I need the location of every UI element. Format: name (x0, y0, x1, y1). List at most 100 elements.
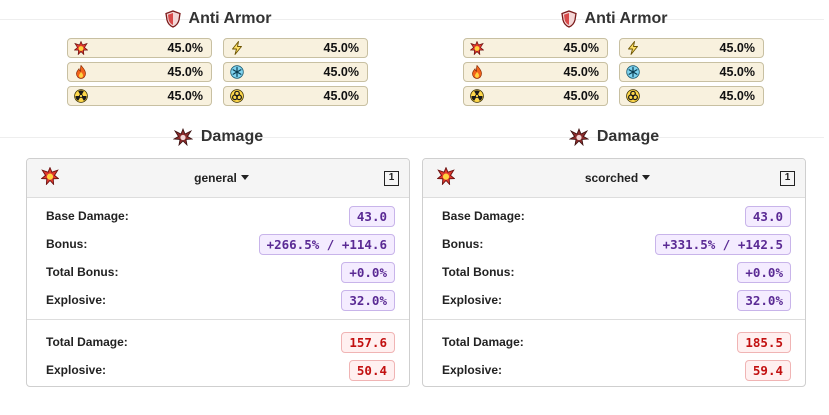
damage-row: Explosive: 32.0% (423, 286, 805, 314)
chevron-down-icon (642, 174, 651, 180)
armor-cell: 45.0% (463, 86, 608, 106)
armor-value: 45.0% (323, 65, 359, 79)
panel-right: Anti Armor 45.0% 45.0% 45.0% 45.0% 45.0%… (396, 0, 824, 387)
row-label: Explosive: (46, 293, 107, 307)
radiation-icon (470, 89, 484, 103)
total-label: Explosive: (442, 363, 503, 377)
shield-icon (164, 10, 181, 28)
total-value: 185.5 (737, 331, 791, 353)
explosion-big-icon (40, 166, 60, 190)
damage-icon (568, 128, 589, 146)
armor-value: 45.0% (323, 41, 359, 55)
row-value: +0.0% (341, 261, 395, 283)
row-value: 32.0% (737, 289, 791, 311)
row-value: 43.0 (348, 205, 395, 227)
armor-value: 45.0% (563, 89, 599, 103)
damage-type-dropdown[interactable]: general (194, 171, 249, 185)
anti-armor-title: Anti Armor (188, 10, 272, 27)
total-value: 157.6 (341, 331, 395, 353)
explosion-icon (470, 41, 484, 55)
radiation-icon (74, 89, 88, 103)
damage-row: Total Bonus: +0.0% (423, 258, 805, 286)
damage-card: scorched 1 Base Damage: 43.0 Bonus: +331.5% /… (422, 158, 806, 387)
row-value: +266.5% / +114.6 (258, 233, 395, 255)
count-badge[interactable]: 1 (384, 170, 399, 186)
armor-value: 45.0% (167, 65, 203, 79)
dropdown-value: general (194, 171, 237, 185)
armor-cell: 45.0% (67, 38, 212, 58)
armor-cell: 45.0% (223, 86, 368, 106)
armor-cell: 45.0% (223, 38, 368, 58)
damage-heading: Damage (0, 126, 428, 148)
armor-cell: 45.0% (67, 62, 212, 82)
total-label: Explosive: (46, 363, 107, 377)
total-label: Total Damage: (46, 335, 128, 349)
armor-value: 45.0% (719, 41, 755, 55)
armor-value: 45.0% (323, 89, 359, 103)
frost-icon (626, 65, 640, 79)
armor-value: 45.0% (167, 89, 203, 103)
armor-cell: 45.0% (619, 62, 764, 82)
count-badge[interactable]: 1 (779, 170, 795, 186)
damage-title: Damage (596, 128, 660, 145)
damage-rows: Base Damage: 43.0 Bonus: +266.5% / +114.6 To… (27, 198, 409, 316)
damage-card-header: general 1 (27, 159, 409, 198)
total-value: 59.4 (744, 359, 791, 381)
row-label: Bonus: (442, 237, 484, 251)
frost-icon (230, 65, 244, 79)
anti-armor-grid: 45.0% 45.0% 45.0% 45.0% 45.0% 45.0% (67, 38, 369, 106)
panel-left: Anti Armor 45.0% 45.0% 45.0% 45.0% 45.0%… (0, 0, 428, 387)
chevron-down-icon (240, 174, 249, 180)
damage-totals: Total Damage: 185.5 Explosive: 59.4 (423, 320, 805, 386)
anti-armor-heading: Anti Armor (396, 8, 824, 30)
total-row: Explosive: 59.4 (423, 356, 805, 384)
row-value: 43.0 (744, 205, 791, 227)
lightning-icon (230, 41, 244, 55)
damage-rows: Base Damage: 43.0 Bonus: +331.5% / +142.5 To… (423, 198, 805, 316)
anti-armor-title: Anti Armor (584, 10, 668, 27)
damage-row: Base Damage: 43.0 (423, 202, 805, 230)
armor-cell: 45.0% (223, 62, 368, 82)
shield-icon (560, 10, 577, 28)
armor-cell: 45.0% (463, 62, 608, 82)
row-label: Base Damage: (46, 209, 129, 223)
armor-value: 45.0% (563, 41, 599, 55)
biohazard-icon (626, 89, 640, 103)
lightning-icon (626, 41, 640, 55)
armor-cell: 45.0% (67, 86, 212, 106)
damage-row: Total Bonus: +0.0% (27, 258, 409, 286)
total-row: Total Damage: 185.5 (423, 328, 805, 356)
row-value: +0.0% (737, 261, 791, 283)
row-label: Total Bonus: (46, 265, 119, 279)
row-label: Base Damage: (442, 209, 525, 223)
anti-armor-grid: 45.0% 45.0% 45.0% 45.0% 45.0% 45.0% (463, 38, 765, 106)
total-row: Total Damage: 157.6 (27, 328, 409, 356)
damage-card: general 1 Base Damage: 43.0 Bonus: +266.5% / … (26, 158, 410, 387)
fire-icon (470, 65, 484, 79)
explosion-icon (74, 41, 88, 55)
armor-value: 45.0% (563, 65, 599, 79)
armor-value: 45.0% (719, 65, 755, 79)
total-label: Total Damage: (442, 335, 524, 349)
damage-totals: Total Damage: 157.6 Explosive: 50.4 (27, 320, 409, 386)
explosion-big-icon (436, 166, 456, 190)
damage-row: Bonus: +266.5% / +114.6 (27, 230, 409, 258)
damage-row: Explosive: 32.0% (27, 286, 409, 314)
total-row: Explosive: 50.4 (27, 356, 409, 384)
total-value: 50.4 (348, 359, 395, 381)
row-value: +331.5% / +142.5 (654, 233, 791, 255)
damage-heading: Damage (396, 126, 824, 148)
armor-value: 45.0% (167, 41, 203, 55)
armor-value: 45.0% (719, 89, 755, 103)
row-label: Total Bonus: (442, 265, 515, 279)
armor-cell: 45.0% (463, 38, 608, 58)
biohazard-icon (230, 89, 244, 103)
damage-title: Damage (200, 128, 264, 145)
dropdown-value: scorched (584, 171, 639, 185)
damage-type-dropdown[interactable]: scorched (584, 171, 651, 185)
damage-row: Base Damage: 43.0 (27, 202, 409, 230)
damage-card-header: scorched 1 (423, 159, 805, 198)
fire-icon (74, 65, 88, 79)
damage-icon (172, 128, 193, 146)
armor-cell: 45.0% (619, 38, 764, 58)
